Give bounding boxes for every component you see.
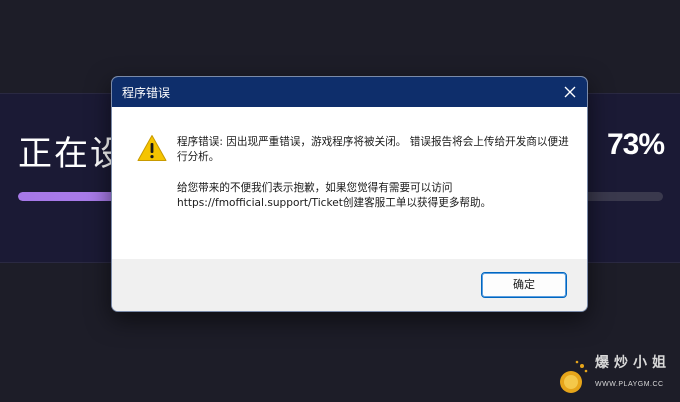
error-dialog: 程序错误 程序错误: 因出现严重错误，游戏程序将被关闭。 错误报告将会上传给开发… [111,76,588,312]
warning-icon [137,134,167,162]
ok-button[interactable]: 确定 [481,272,567,298]
watermark-url: WWW.PLAYGM.CC [595,381,664,388]
progress-percent: 73% [606,128,665,161]
dialog-title: 程序错误 [122,86,171,100]
dialog-body: 程序错误: 因出现严重错误，游戏程序将被关闭。 错误报告将会上传给开发商以便进行… [112,107,587,259]
error-message-line1: 程序错误: 因出现严重错误，游戏程序将被关闭。 错误报告将会上传给开发商以便进行… [177,136,569,163]
watermark-logo-icon [560,360,588,393]
close-button[interactable] [557,79,583,105]
dialog-titlebar: 程序错误 [112,77,587,107]
close-icon [564,86,576,98]
error-message-line2: 给您带来的不便我们表示抱歉，如果您觉得有需要可以访问 https://fmoff… [177,182,492,209]
installing-status-text: 正在设 [18,134,126,174]
error-message: 程序错误: 因出现严重错误，游戏程序将被关闭。 错误报告将会上传给开发商以便进行… [177,135,572,211]
watermark-text: 爆炒小姐 [595,355,671,371]
site-watermark: 爆炒小姐 WWW.PLAYGM.CC [555,352,677,398]
dialog-footer: 确定 [112,259,587,311]
